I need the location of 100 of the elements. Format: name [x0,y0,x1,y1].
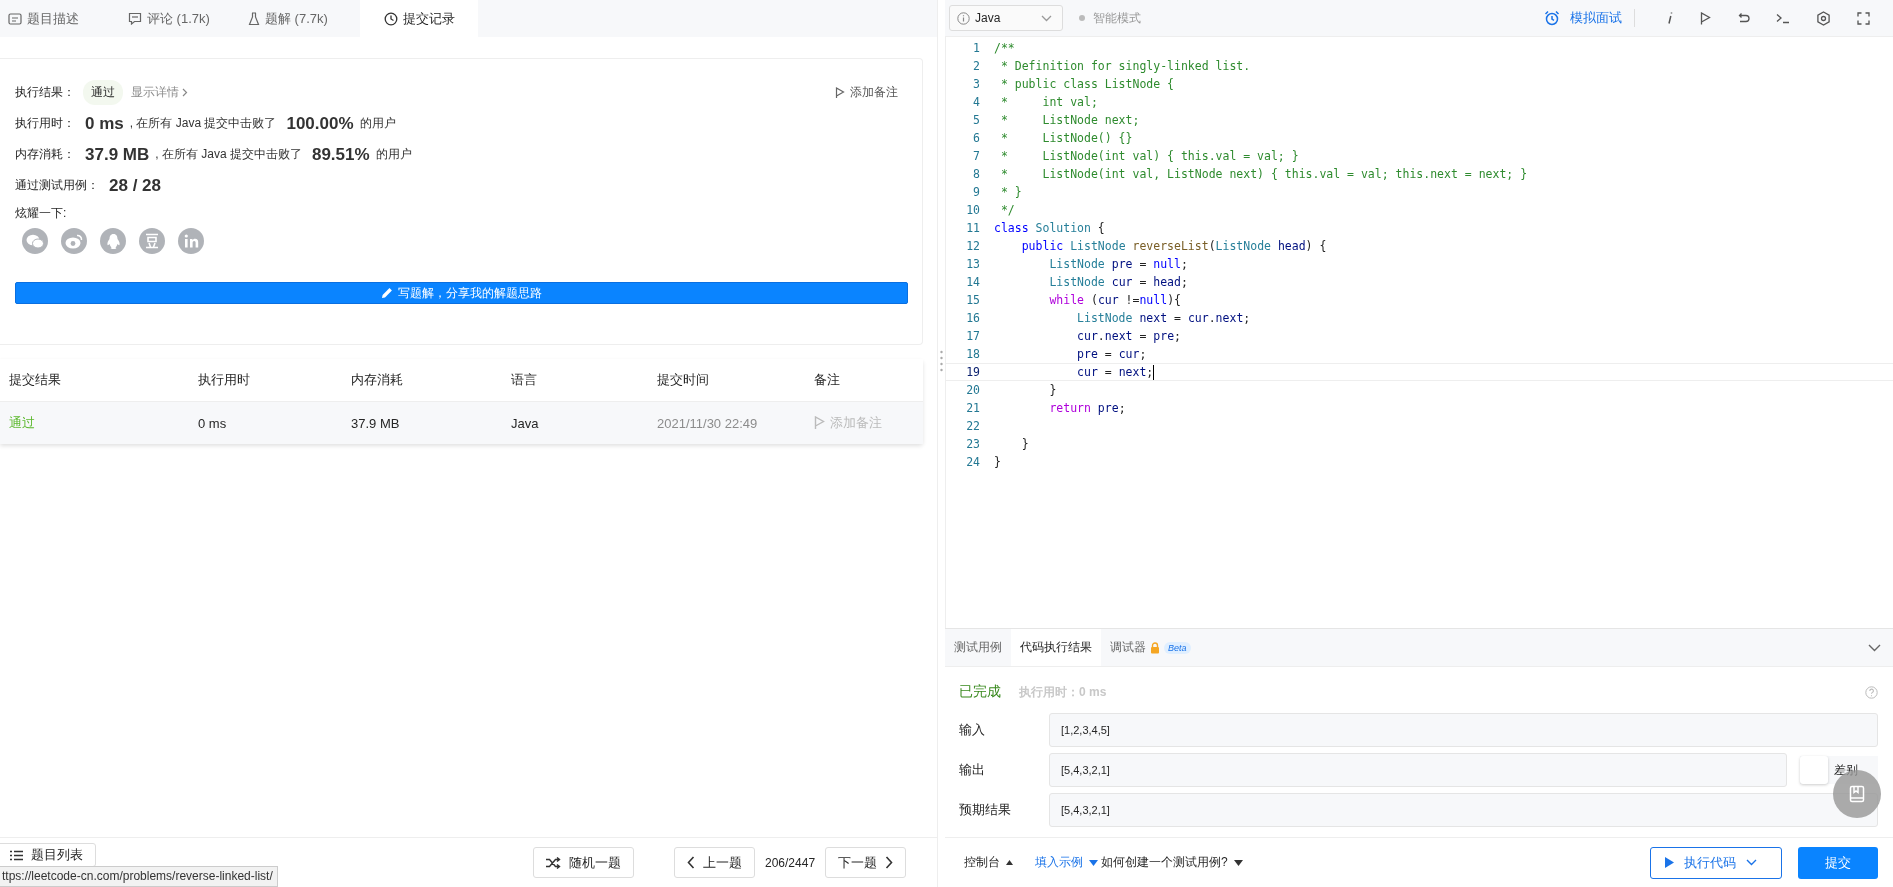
terminal-icon[interactable] [1776,12,1790,24]
line-number: 2 [972,59,980,73]
tab[interactable]: 题目描述 [0,0,120,37]
problem-counter: 206/2447 [765,855,816,870]
flag-icon[interactable] [1700,11,1711,25]
beta-badge: Beta [1164,641,1191,654]
stat-label: 内存消耗： [15,146,75,163]
share-button[interactable] [139,228,165,254]
random-problem-button[interactable]: 随机一题 [533,847,634,878]
share-button[interactable] [22,228,48,254]
caret-down-icon [1089,859,1098,866]
table-cell: 0 ms [198,415,227,431]
share-button[interactable] [178,228,204,254]
next-button[interactable]: 下一题 [825,847,907,878]
padlock-icon [1150,641,1160,654]
field-label: 输入 [959,721,986,739]
run-code-button[interactable]: 执行代码 [1650,846,1782,879]
column-header: 提交时间 [657,371,710,389]
reset-icon[interactable] [1737,12,1750,24]
eye-swirl-icon [65,233,83,249]
tests-value: 28 / 28 [109,175,161,196]
tab[interactable]: 题解 (7.7k) [240,0,360,37]
tab[interactable]: 评论 (1.7k) [120,0,240,37]
fill-example-button[interactable]: 填入示例 [1035,854,1098,871]
code-line: * ListNode(int val) { this.val = val; } [999,149,1299,163]
chevron-right-icon [885,856,894,869]
line-number: 13 [965,257,980,271]
code-line: class Solution { [994,221,1105,235]
previous-button[interactable]: 上一题 [674,847,755,878]
tests-label: 通过测试用例： [15,177,99,194]
console-tab[interactable]: 调试器 Beta [1101,629,1200,666]
bean-logo-icon [144,233,160,249]
console-tab[interactable]: 测试用例 [945,629,1011,666]
table-cell: 37.9 MB [351,415,400,431]
code-line: cur.next = pre; [1076,329,1181,343]
settings-icon[interactable] [1816,10,1831,26]
line-number: 15 [965,293,980,307]
help-icon[interactable] [1865,685,1878,699]
console-tab[interactable]: 代码执行结果 [1011,629,1101,666]
code-line: * ListNode next; [999,113,1140,127]
resize-handle-icon[interactable] [940,350,943,372]
code-line: cur = next; [1076,364,1155,380]
run-status: 已完成 [959,683,1001,701]
code-line: * ListNode() {} [999,131,1133,145]
problem-list-button[interactable]: 题目列表 [0,843,96,867]
table-cell: Java [511,415,539,431]
flask-icon [248,11,260,26]
line-number: 22 [965,419,980,433]
tab[interactable]: 提交记录 [360,0,478,37]
info-icon [957,11,970,25]
italic-info-icon[interactable] [1666,11,1674,25]
stat-text: , 在所有 Java 提交中击败了 [129,115,277,132]
share-button[interactable] [100,228,126,254]
stat-text: 的用户 [359,115,396,132]
stat-value: 37.9 MB [85,144,150,165]
code-line: * ListNode(int val, ListNode next) { this.val = val; this.next = next; } [999,167,1528,181]
details-link[interactable]: 显示详情 [131,84,179,101]
line-number: 12 [965,239,980,253]
linkedin-icon [183,234,199,248]
code-line: * int val; [999,95,1098,109]
share-button[interactable] [61,228,87,254]
column-header: 提交结果 [9,371,62,389]
stat-text: , 在所有 Java 提交中击败了 [155,146,302,163]
share-label: 炫耀一下: [15,205,68,222]
pencil-icon [381,287,393,299]
field-label: 预期结果 [959,801,1012,819]
add-note-button[interactable]: 添加备注 [835,84,898,101]
line-number: 3 [972,77,980,91]
code-line: while (cur !=null){ [1048,293,1181,307]
submit-button[interactable]: 提交 [1798,846,1878,879]
code-line: } [1048,383,1057,397]
chevron-down-icon[interactable] [1868,643,1881,652]
code-line: return pre; [1048,401,1126,415]
line-number: 4 [972,95,980,109]
line-number: 20 [965,383,980,397]
code-line: /** [994,41,1015,55]
caret-down-icon [1233,859,1243,866]
chat-bubbles-icon [26,233,44,249]
test-case-help-link[interactable]: 如何创建一个测试用例? [1101,854,1243,871]
stat-text: 的用户 [375,146,412,163]
code-line: * public class ListNode { [999,77,1174,91]
output-field: [5,4,3,2,1] [1049,753,1787,787]
chevron-right-icon [182,88,188,97]
line-number: 11 [965,221,980,235]
language-select[interactable]: Java [949,5,1063,31]
console-toggle[interactable]: 控制台 [964,854,1013,871]
status-url-tooltip: ttps://leetcode-cn.com/problems/reverse-linked-list/ [0,866,278,887]
speech-bubble-icon [128,12,142,25]
result-label: 执行结果： [15,84,75,101]
play-icon [1665,857,1674,868]
chevron-left-icon [687,856,695,869]
line-number: 16 [965,311,980,325]
column-header: 语言 [511,371,538,389]
write-solution-button[interactable]: 写题解，分享我的解题思路 [15,282,908,304]
mock-interview-button[interactable]: 模拟面试 [1544,9,1622,27]
code-line: * } [999,185,1022,199]
flag-icon [814,416,825,430]
fullscreen-icon[interactable] [1857,11,1870,25]
line-number: 17 [965,329,980,343]
line-number: 23 [965,437,980,451]
